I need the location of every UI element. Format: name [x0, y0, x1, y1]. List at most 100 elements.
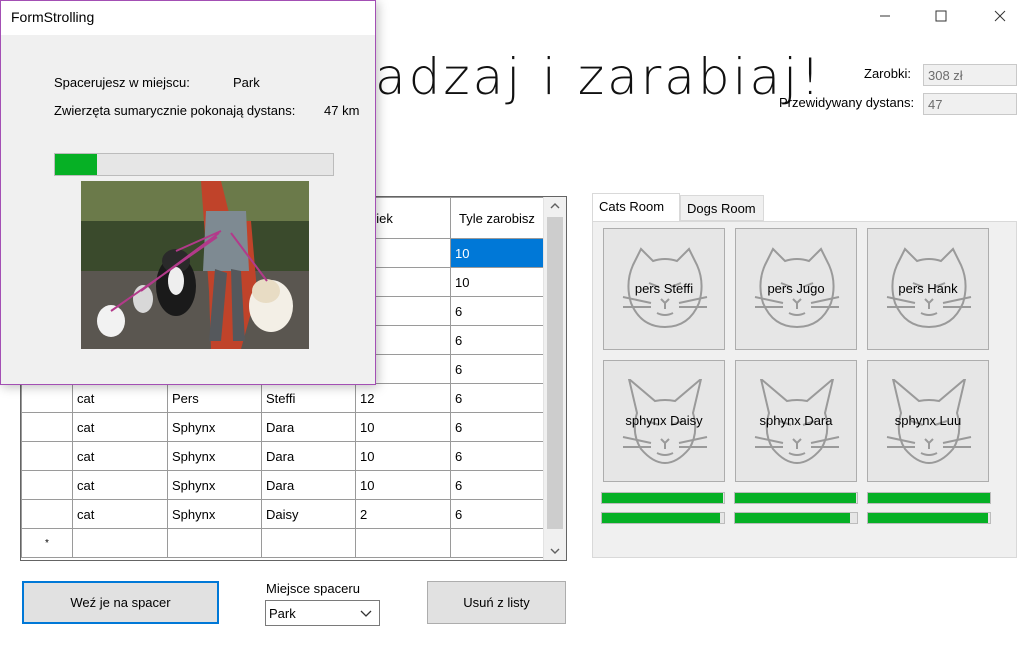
dialog-place-label: Spacerujesz w miejscu: — [54, 75, 190, 90]
pet-tile[interactable]: pers Steffi — [603, 228, 725, 350]
grid-cell[interactable]: 6 — [450, 383, 547, 413]
pet-tile[interactable]: sphynx Dara — [735, 360, 857, 482]
dialog-place-value: Park — [233, 75, 260, 90]
grid-cell[interactable]: 6 — [450, 441, 547, 471]
app-header-title: adzaj i zarabiaj! — [375, 48, 824, 106]
pet-label: sphynx Dara — [759, 413, 833, 428]
place-selected-value: Park — [269, 606, 296, 621]
walk-button[interactable]: Weź je na spacer — [22, 581, 219, 624]
distance-label: Przewidywany dystans: — [779, 95, 915, 110]
pet-label: pers Hank — [898, 281, 958, 296]
pet-label: sphynx Daisy — [625, 413, 703, 428]
grid-cell[interactable]: 6 — [450, 412, 547, 442]
dialog-distance-value: 47 km — [324, 103, 360, 118]
pet-tile[interactable]: sphynx Daisy — [603, 360, 725, 482]
grid-cell[interactable] — [450, 528, 547, 558]
grid-cell[interactable]: Dara — [261, 441, 356, 471]
grid-cell[interactable]: Sphynx — [167, 499, 262, 529]
pet-tile[interactable]: sphynx Luu — [867, 360, 989, 482]
grid-cell[interactable]: 6 — [450, 354, 547, 384]
grid-cell[interactable]: 10 — [355, 412, 451, 442]
grid-cell[interactable]: 2 — [355, 499, 451, 529]
pet-label: pers Steffi — [634, 281, 694, 296]
pet-progress-bar — [867, 512, 991, 524]
grid-cell[interactable]: 6 — [450, 296, 547, 326]
place-label: Miejsce spaceru — [266, 581, 360, 596]
grid-cell[interactable]: 10 — [450, 267, 547, 297]
grid-cell[interactable]: 10 — [355, 441, 451, 471]
table-row[interactable]: cat Pers Steffi 12 6 — [21, 383, 547, 413]
scroll-up-icon[interactable] — [544, 197, 566, 215]
pet-label: sphynx Luu — [894, 413, 962, 428]
pet-progress-bar — [734, 492, 858, 504]
grid-cell[interactable]: cat — [72, 412, 168, 442]
strolling-dialog: FormStrolling Spacerujesz w miejscu: Par… — [0, 0, 376, 385]
row-header-cell — [21, 441, 73, 471]
scroll-thumb[interactable] — [547, 217, 563, 529]
distance-field[interactable]: 47 — [923, 93, 1017, 115]
grid-cell[interactable]: cat — [72, 499, 168, 529]
cats-room-panel: pers Steffi pers Jugo pers Hank sphynx D… — [592, 221, 1017, 558]
grid-cell[interactable] — [167, 528, 262, 558]
grid-cell[interactable]: Dara — [261, 470, 356, 500]
row-header-cell — [21, 412, 73, 442]
grid-cell[interactable]: Sphynx — [167, 412, 262, 442]
grid-cell[interactable]: 12 — [355, 383, 451, 413]
grid-cell[interactable]: Pers — [167, 383, 262, 413]
grid-cell[interactable]: Steffi — [261, 383, 356, 413]
pet-progress-bar — [601, 512, 725, 524]
pet-progress-bar — [734, 512, 858, 524]
row-header-cell — [21, 383, 73, 413]
grid-cell[interactable]: cat — [72, 383, 168, 413]
grid-cell[interactable] — [72, 528, 168, 558]
tab-cats-room[interactable]: Cats Room — [592, 193, 680, 221]
grid-vertical-scrollbar[interactable] — [543, 197, 566, 560]
pet-progress-bar — [601, 492, 725, 504]
grid-cell[interactable]: cat — [72, 441, 168, 471]
remove-button[interactable]: Usuń z listy — [427, 581, 566, 624]
dialog-titlebar[interactable]: FormStrolling — [1, 1, 375, 35]
grid-cell[interactable]: 10 — [355, 470, 451, 500]
dialog-title: FormStrolling — [11, 9, 95, 25]
maximize-icon[interactable] — [918, 0, 964, 32]
row-header-cell — [21, 499, 73, 529]
grid-cell[interactable] — [261, 528, 356, 558]
progress-fill — [735, 513, 850, 523]
grid-cell[interactable]: 6 — [450, 499, 547, 529]
place-select[interactable]: Park — [265, 600, 380, 626]
pet-tile[interactable]: pers Hank — [867, 228, 989, 350]
tab-dogs-room[interactable]: Dogs Room — [680, 195, 764, 221]
new-row-marker: * — [21, 528, 73, 558]
grid-cell[interactable]: Sphynx — [167, 441, 262, 471]
progress-fill — [55, 154, 97, 175]
dialog-progress-bar — [54, 153, 334, 176]
table-row[interactable]: cat Sphynx Dara 10 6 — [21, 470, 547, 500]
progress-fill — [735, 493, 856, 503]
earnings-label: Zarobki: — [864, 66, 911, 81]
pet-tile[interactable]: pers Jugo — [735, 228, 857, 350]
chevron-down-icon — [360, 610, 372, 617]
grid-cell-selected[interactable]: 10 — [450, 238, 547, 268]
minimize-icon[interactable] — [862, 0, 908, 32]
table-row[interactable]: cat Sphynx Daisy 2 6 — [21, 499, 547, 529]
table-row[interactable]: cat Sphynx Dara 10 6 — [21, 441, 547, 471]
new-row[interactable]: * — [21, 528, 547, 558]
grid-cell[interactable] — [355, 528, 451, 558]
pet-label: pers Jugo — [767, 281, 825, 296]
dog-walker-photo — [81, 181, 309, 349]
earnings-field[interactable]: 308 zł — [923, 64, 1017, 86]
progress-fill — [868, 493, 990, 503]
grid-cell[interactable]: Daisy — [261, 499, 356, 529]
close-icon[interactable] — [977, 0, 1023, 32]
row-header-cell — [21, 470, 73, 500]
grid-cell[interactable]: 6 — [450, 470, 547, 500]
grid-cell[interactable]: Dara — [261, 412, 356, 442]
pet-progress-bar — [867, 492, 991, 504]
grid-cell[interactable]: Sphynx — [167, 470, 262, 500]
dialog-distance-label: Zwierzęta sumarycznie pokonają dystans: — [54, 103, 296, 118]
scroll-down-icon[interactable] — [544, 542, 566, 560]
grid-cell[interactable]: cat — [72, 470, 168, 500]
column-header-earn[interactable]: Tyle zarobisz — [450, 197, 547, 239]
table-row[interactable]: cat Sphynx Dara 10 6 — [21, 412, 547, 442]
grid-cell[interactable]: 6 — [450, 325, 547, 355]
